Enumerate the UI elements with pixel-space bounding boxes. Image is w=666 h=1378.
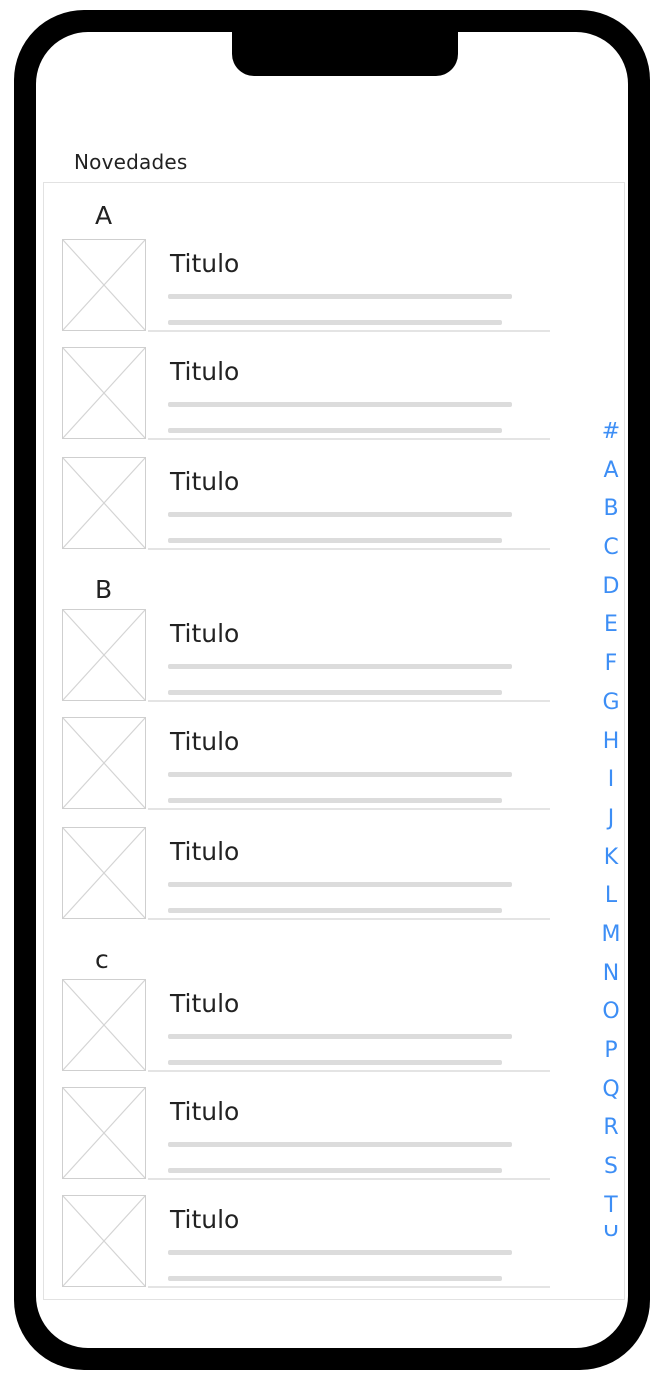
list-item[interactable]: Titulo — [62, 1087, 550, 1181]
page-title: Novedades — [74, 150, 188, 174]
section-header-b: B — [95, 575, 113, 604]
index-letter-m[interactable]: M — [602, 916, 621, 955]
section-header-c: c — [95, 945, 109, 974]
text-placeholder-line — [168, 1168, 502, 1173]
text-placeholder-line — [168, 320, 502, 325]
index-letter-o[interactable]: O — [602, 993, 619, 1032]
image-placeholder-icon — [62, 979, 146, 1071]
phone-frame: Novedades A Titulo Titulo Titulo B Titul… — [14, 10, 650, 1370]
text-placeholder-line — [168, 1034, 512, 1039]
index-letter-j[interactable]: J — [608, 800, 615, 839]
text-placeholder-line — [168, 1142, 512, 1147]
list-item[interactable]: Titulo — [62, 609, 550, 703]
index-letter-q[interactable]: Q — [602, 1071, 619, 1110]
list-item[interactable]: Titulo — [62, 239, 550, 333]
image-placeholder-icon — [62, 347, 146, 439]
text-placeholder-line — [168, 1276, 502, 1281]
index-letter-n[interactable]: N — [603, 955, 619, 994]
item-title: Titulo — [170, 727, 240, 756]
index-letter-p[interactable]: P — [604, 1032, 617, 1071]
divider — [148, 1178, 550, 1180]
index-letter-k[interactable]: K — [604, 839, 618, 878]
index-letter-t[interactable]: T — [604, 1187, 617, 1226]
image-placeholder-icon — [62, 239, 146, 331]
divider — [148, 330, 550, 332]
item-title: Titulo — [170, 619, 240, 648]
index-letter-f[interactable]: F — [605, 645, 618, 684]
index-letter-d[interactable]: D — [603, 568, 620, 607]
divider — [148, 918, 550, 920]
index-letter-s[interactable]: S — [604, 1148, 618, 1187]
divider — [148, 700, 550, 702]
list-item[interactable]: Titulo — [62, 1195, 550, 1289]
text-placeholder-line — [168, 908, 502, 913]
section-header-a: A — [95, 201, 113, 230]
image-placeholder-icon — [62, 827, 146, 919]
index-letter-e[interactable]: E — [604, 606, 618, 645]
item-title: Titulo — [170, 1205, 240, 1234]
item-title: Titulo — [170, 467, 240, 496]
image-placeholder-icon — [62, 457, 146, 549]
list-item[interactable]: Titulo — [62, 827, 550, 921]
divider — [148, 438, 550, 440]
index-letter-hash[interactable]: # — [602, 413, 620, 452]
divider — [148, 548, 550, 550]
text-placeholder-line — [168, 798, 502, 803]
text-placeholder-line — [168, 402, 512, 407]
screen: Novedades A Titulo Titulo Titulo B Titul… — [36, 32, 628, 1348]
notch — [232, 32, 458, 76]
index-letter-r[interactable]: R — [603, 1109, 618, 1148]
index-letter-g[interactable]: G — [602, 684, 619, 723]
text-placeholder-line — [168, 512, 512, 517]
list-item[interactable]: Titulo — [62, 457, 550, 551]
list-item[interactable]: Titulo — [62, 717, 550, 811]
text-placeholder-line — [168, 772, 512, 777]
item-title: Titulo — [170, 837, 240, 866]
alphabet-index[interactable]: # A B C D E F G H I J K L M N O P Q R S — [596, 413, 626, 1237]
text-placeholder-line — [168, 690, 502, 695]
text-placeholder-line — [168, 428, 502, 433]
text-placeholder-line — [168, 1250, 512, 1255]
index-letter-i[interactable]: I — [608, 761, 615, 800]
text-placeholder-line — [168, 1060, 502, 1065]
index-letter-l[interactable]: L — [605, 877, 617, 916]
text-placeholder-line — [168, 664, 512, 669]
image-placeholder-icon — [62, 1195, 146, 1287]
divider — [148, 808, 550, 810]
image-placeholder-icon — [62, 717, 146, 809]
item-title: Titulo — [170, 357, 240, 386]
item-title: Titulo — [170, 1097, 240, 1126]
index-letter-b[interactable]: B — [603, 490, 618, 529]
text-placeholder-line — [168, 538, 502, 543]
divider — [148, 1286, 550, 1288]
list-panel[interactable]: A Titulo Titulo Titulo B Titulo Titulo T… — [43, 182, 625, 1300]
image-placeholder-icon — [62, 1087, 146, 1179]
index-letter-u[interactable]: U — [603, 1225, 619, 1237]
list-item[interactable]: Titulo — [62, 347, 550, 441]
image-placeholder-icon — [62, 609, 146, 701]
list-item[interactable]: Titulo — [62, 979, 550, 1073]
index-letter-a[interactable]: A — [603, 452, 618, 491]
divider — [148, 1070, 550, 1072]
item-title: Titulo — [170, 989, 240, 1018]
index-letter-h[interactable]: H — [603, 723, 620, 762]
text-placeholder-line — [168, 882, 512, 887]
index-letter-c[interactable]: C — [603, 529, 618, 568]
text-placeholder-line — [168, 294, 512, 299]
item-title: Titulo — [170, 249, 240, 278]
